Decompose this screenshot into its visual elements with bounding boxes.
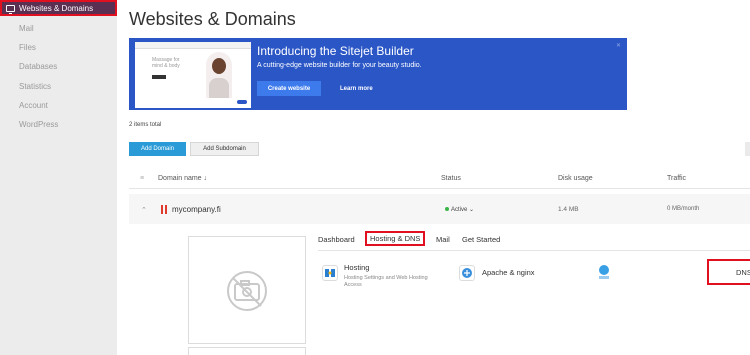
table-row: ⌃ mycompany.fi Active ⌄ 1.4 MB 0 MB/mont… [129, 194, 750, 224]
domain-marker-icon [161, 205, 168, 214]
apache-nginx-icon[interactable] [459, 265, 475, 281]
tabs-divider [318, 250, 750, 251]
sidebar-item-label: Files [19, 43, 36, 53]
status-dropdown[interactable]: Active ⌄ [445, 206, 474, 213]
traffic-value: 0 MB/month [667, 206, 700, 212]
column-disk-usage[interactable]: Disk usage [558, 175, 593, 182]
page-title: Websites & Domains [129, 9, 296, 29]
tab-dashboard[interactable]: Dashboard [318, 235, 355, 244]
learn-more-link[interactable]: Learn more [340, 81, 373, 96]
banner-portrait [206, 52, 232, 98]
status-dot-icon [445, 207, 449, 212]
wordpress-icon [6, 120, 15, 129]
collapse-row-icon[interactable]: ⌃ [141, 206, 147, 214]
tab-get-started[interactable]: Get Started [462, 235, 500, 244]
column-traffic[interactable]: Traffic [667, 175, 686, 182]
sidebar-item-label: WordPress [19, 120, 59, 130]
apache-nginx-link[interactable]: Apache & nginx [482, 268, 535, 277]
column-status[interactable]: Status [441, 175, 461, 182]
tab-hosting-dns[interactable]: Hosting & DNS [364, 231, 426, 246]
column-domain-name[interactable]: Domain name ↓ [158, 175, 207, 182]
tab-mail[interactable]: Mail [436, 235, 450, 244]
user-icon [6, 101, 15, 110]
monitor-icon [6, 4, 15, 14]
sidebar-item-websites-domains[interactable]: Websites & Domains [0, 0, 117, 16]
create-website-button[interactable]: Create website [257, 81, 321, 96]
database-icon [6, 62, 15, 71]
chat-icon [237, 100, 247, 104]
items-total: 2 items total [129, 122, 162, 128]
add-subdomain-button[interactable]: Add Subdomain [190, 142, 259, 156]
sidebar: Websites & Domains Mail Files Databases … [0, 0, 117, 355]
dns-globe-icon[interactable] [597, 264, 613, 280]
select-all-icon[interactable]: ≡ [140, 175, 144, 182]
hosting-description: Hosting Settings and Web Hosting Access [344, 275, 428, 288]
dns-link[interactable]: DNS [736, 268, 750, 277]
banner-subtitle: A cutting-edge website builder for your … [257, 62, 422, 69]
no-preview-camera-icon [227, 271, 267, 311]
sidebar-item-mail[interactable]: Mail [0, 19, 117, 38]
horizontal-scroll-handle[interactable] [745, 142, 750, 156]
hosting-link[interactable]: Hosting [344, 263, 369, 272]
sidebar-item-label: Databases [19, 62, 58, 72]
chart-icon [6, 82, 15, 91]
sidebar-item-label: Account [19, 100, 48, 110]
sidebar-item-label: Mail [19, 24, 34, 34]
disk-usage-value: 1.4 MB [558, 206, 579, 213]
main-content: Websites & Domains Massage for mind & bo… [117, 0, 750, 355]
sidebar-item-label: Statistics [19, 81, 52, 91]
sidebar-item-label: Websites & Domains [19, 3, 94, 13]
banner-preview-image: Massage for mind & body [135, 42, 251, 108]
sidebar-item-databases[interactable]: Databases [0, 57, 117, 76]
folder-icon [6, 43, 15, 52]
promo-banner: Massage for mind & body Introducing the … [129, 38, 627, 110]
close-icon[interactable]: ✕ [616, 42, 621, 49]
banner-title: Introducing the Sitejet Builder [257, 44, 414, 58]
table-header: ≡ Domain name ↓ Status Disk usage Traffi… [129, 169, 750, 189]
mail-icon [6, 24, 15, 33]
sidebar-item-wordpress[interactable]: WordPress [0, 115, 117, 134]
add-domain-button[interactable]: Add Domain [129, 142, 186, 156]
second-preview-card [188, 347, 306, 355]
hosting-icon[interactable] [322, 265, 338, 281]
sidebar-item-files[interactable]: Files [0, 38, 117, 57]
domain-name-link[interactable]: mycompany.fi [172, 205, 221, 214]
sidebar-item-statistics[interactable]: Statistics [0, 77, 117, 96]
site-preview-card[interactable] [188, 236, 306, 344]
banner-preview-text: Massage for mind & body [152, 57, 180, 69]
sidebar-item-account[interactable]: Account [0, 96, 117, 115]
